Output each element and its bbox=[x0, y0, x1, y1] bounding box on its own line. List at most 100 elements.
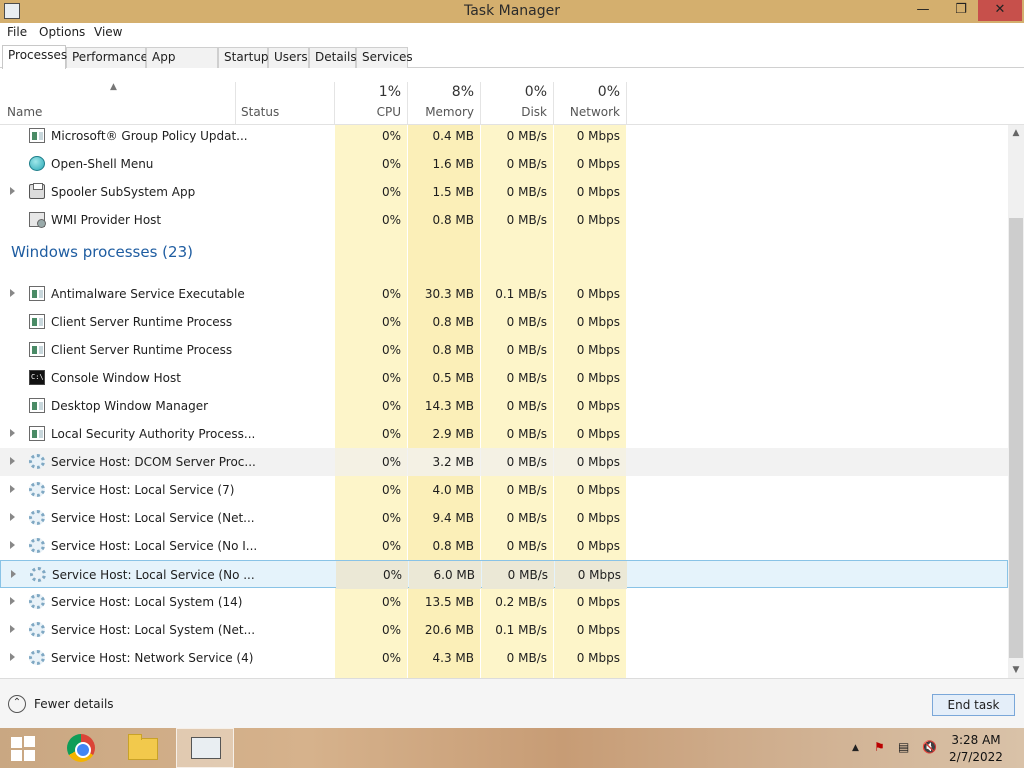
header-memory[interactable]: 8% Memory bbox=[408, 68, 480, 125]
maximize-button[interactable]: ❐ bbox=[946, 0, 976, 21]
expand-arrow-icon[interactable] bbox=[10, 187, 15, 195]
header-divider bbox=[626, 82, 627, 124]
cpu-value: 0% bbox=[381, 399, 401, 413]
process-row[interactable]: Open-Shell Menu 0% 1.6 MB 0 MB/s 0 Mbps bbox=[0, 150, 626, 178]
network-icon[interactable]: ▤ bbox=[898, 740, 909, 754]
process-row[interactable]: Console Window Host 0% 0.5 MB 0 MB/s 0 Mbps bbox=[0, 364, 626, 392]
header-memory-percent: 8% bbox=[451, 84, 474, 100]
process-row[interactable]: Spooler SubSystem App 0% 1.5 MB 0 MB/s 0 Mbp… bbox=[0, 178, 626, 206]
memory-value: 0.8 MB bbox=[432, 343, 474, 357]
process-row[interactable]: WMI Provider Host 0% 0.8 MB 0 MB/s 0 Mbps bbox=[0, 206, 626, 234]
header-cpu-label: CPU bbox=[376, 105, 401, 119]
tab-services[interactable]: Services bbox=[356, 47, 413, 68]
gear-icon bbox=[29, 510, 45, 525]
network-value: 0 Mbps bbox=[576, 623, 620, 637]
process-row[interactable]: Antimalware Service Executable 0% 30.3 MB 0… bbox=[0, 280, 626, 308]
expand-arrow-icon[interactable] bbox=[10, 289, 15, 297]
process-row[interactable]: Client Server Runtime Process 0% 0.8 MB 0 M… bbox=[0, 308, 626, 336]
task-manager-icon[interactable] bbox=[176, 728, 234, 768]
tab-app-history[interactable]: App history bbox=[146, 47, 218, 83]
close-button[interactable]: ✕ bbox=[978, 0, 1022, 21]
network-value: 0 Mbps bbox=[576, 539, 620, 553]
disk-value: 0 MB/s bbox=[506, 483, 547, 497]
tab-details[interactable]: Details bbox=[309, 47, 357, 68]
tab-performance[interactable]: Performance bbox=[66, 47, 148, 68]
tab-startup[interactable]: Startup bbox=[218, 47, 269, 68]
cpu-value: 0% bbox=[381, 287, 401, 301]
process-row[interactable]: Client Server Runtime Process 0% 0.8 MB 0 M… bbox=[0, 336, 626, 364]
end-task-button[interactable]: End task bbox=[932, 694, 1015, 716]
scroll-up-icon[interactable]: ▲ bbox=[1008, 125, 1024, 141]
column-header: ▲ Name Status 1% CPU 8% Memory 0% Disk 0… bbox=[0, 68, 1024, 125]
vertical-scrollbar[interactable]: ▲ ▼ bbox=[1008, 125, 1024, 678]
file-explorer-icon[interactable] bbox=[114, 728, 170, 768]
expand-arrow-icon[interactable] bbox=[10, 429, 15, 437]
clock-time[interactable]: 3:28 AM bbox=[944, 733, 1008, 747]
expand-arrow-icon[interactable] bbox=[11, 570, 16, 578]
disk-value: 0 MB/s bbox=[506, 213, 547, 227]
process-row[interactable]: Microsoft® Group Policy Updat... 0% 0.4 MB… bbox=[0, 125, 626, 150]
cpu-value: 0% bbox=[381, 129, 401, 143]
process-row[interactable]: Service Host: Local Service (No ... 0% 6.0… bbox=[0, 560, 1008, 589]
chrome-icon[interactable] bbox=[52, 728, 108, 768]
fewer-details-link[interactable]: Fewer details bbox=[34, 697, 114, 711]
cpu-value: 0% bbox=[381, 343, 401, 357]
volume-muted-icon[interactable]: 🔇 bbox=[922, 740, 937, 754]
scroll-thumb[interactable] bbox=[1009, 218, 1023, 658]
shell-icon bbox=[29, 156, 45, 171]
process-name: Service Host: Local Service (No I... bbox=[51, 539, 258, 553]
start-icon[interactable] bbox=[0, 728, 56, 768]
header-disk[interactable]: 0% Disk bbox=[481, 68, 553, 125]
process-name: Service Host: Local System (14) bbox=[51, 595, 243, 609]
process-row[interactable]: Service Host: Local Service (No I... 0% 0.… bbox=[0, 532, 626, 560]
header-cpu[interactable]: 1% CPU bbox=[335, 68, 407, 125]
menu-file[interactable]: File bbox=[7, 25, 27, 39]
disk-value: 0.1 MB/s bbox=[495, 287, 547, 301]
process-row[interactable]: Service Host: Local System (14) 0% 13.5 MB… bbox=[0, 588, 626, 616]
expand-arrow-icon[interactable] bbox=[10, 457, 15, 465]
disk-value: 0 MB/s bbox=[506, 315, 547, 329]
memory-value: 0.8 MB bbox=[432, 539, 474, 553]
action-center-icon[interactable]: ⚑ bbox=[874, 740, 885, 754]
expand-arrow-icon[interactable] bbox=[10, 625, 15, 633]
expand-arrow-icon[interactable] bbox=[10, 513, 15, 521]
process-row[interactable]: Service Host: Local System (Net... 0% 20.6… bbox=[0, 616, 626, 644]
process-row[interactable]: Service Host: Local Service (7) 0% 4.0 MB 0… bbox=[0, 476, 626, 504]
clock-date[interactable]: 2/7/2022 bbox=[944, 750, 1008, 764]
chevron-up-icon[interactable]: ⌃ bbox=[8, 695, 26, 713]
footer-bar: ⌃ Fewer details End task bbox=[0, 678, 1024, 728]
window-icon bbox=[29, 286, 45, 301]
process-row[interactable]: Local Security Authority Process... 0% 2.9… bbox=[0, 420, 626, 448]
minimize-button[interactable]: — bbox=[908, 0, 938, 21]
header-network[interactable]: 0% Network bbox=[554, 68, 626, 125]
process-name: Service Host: Local Service (7) bbox=[51, 483, 235, 497]
process-row[interactable]: Desktop Window Manager 0% 14.3 MB 0 MB/s 0 M… bbox=[0, 392, 626, 420]
menu-view[interactable]: View bbox=[94, 25, 122, 39]
network-value: 0 Mbps bbox=[576, 399, 620, 413]
network-value: 0 Mbps bbox=[576, 511, 620, 525]
printer-icon bbox=[29, 183, 45, 199]
expand-arrow-icon[interactable] bbox=[10, 597, 15, 605]
expand-arrow-icon[interactable] bbox=[10, 541, 15, 549]
process-list[interactable]: Microsoft® Group Policy Updat... 0% 0.4 MB… bbox=[0, 125, 1008, 678]
process-name: Service Host: Network Service (4) bbox=[51, 651, 254, 665]
process-row[interactable]: Service Host: Local Service (Net... 0% 9.4… bbox=[0, 504, 626, 532]
window-icon bbox=[29, 314, 45, 329]
tab-processes[interactable]: Processes bbox=[2, 45, 67, 69]
expand-arrow-icon[interactable] bbox=[10, 485, 15, 493]
process-row[interactable]: Service Host: DCOM Server Proc... 0% 3.2 M… bbox=[0, 448, 1008, 476]
header-name[interactable]: Name bbox=[0, 68, 235, 125]
disk-value: 0 MB/s bbox=[482, 561, 554, 589]
network-value: 0 Mbps bbox=[576, 651, 620, 665]
process-name: Antimalware Service Executable bbox=[51, 287, 245, 301]
disk-value: 0 MB/s bbox=[481, 448, 553, 476]
header-status[interactable]: Status bbox=[235, 68, 335, 125]
process-row[interactable]: Service Host: Network Service (4) 0% 4.3 M… bbox=[0, 644, 626, 672]
tab-users[interactable]: Users bbox=[268, 47, 309, 68]
menu-bar: File Options View bbox=[0, 23, 1024, 43]
menu-options[interactable]: Options bbox=[39, 25, 85, 39]
expand-arrow-icon[interactable] bbox=[10, 653, 15, 661]
scroll-down-icon[interactable]: ▼ bbox=[1008, 662, 1024, 678]
process-name: Service Host: Local Service (No ... bbox=[52, 568, 255, 582]
show-hidden-icons-icon[interactable]: ▲ bbox=[852, 743, 859, 753]
